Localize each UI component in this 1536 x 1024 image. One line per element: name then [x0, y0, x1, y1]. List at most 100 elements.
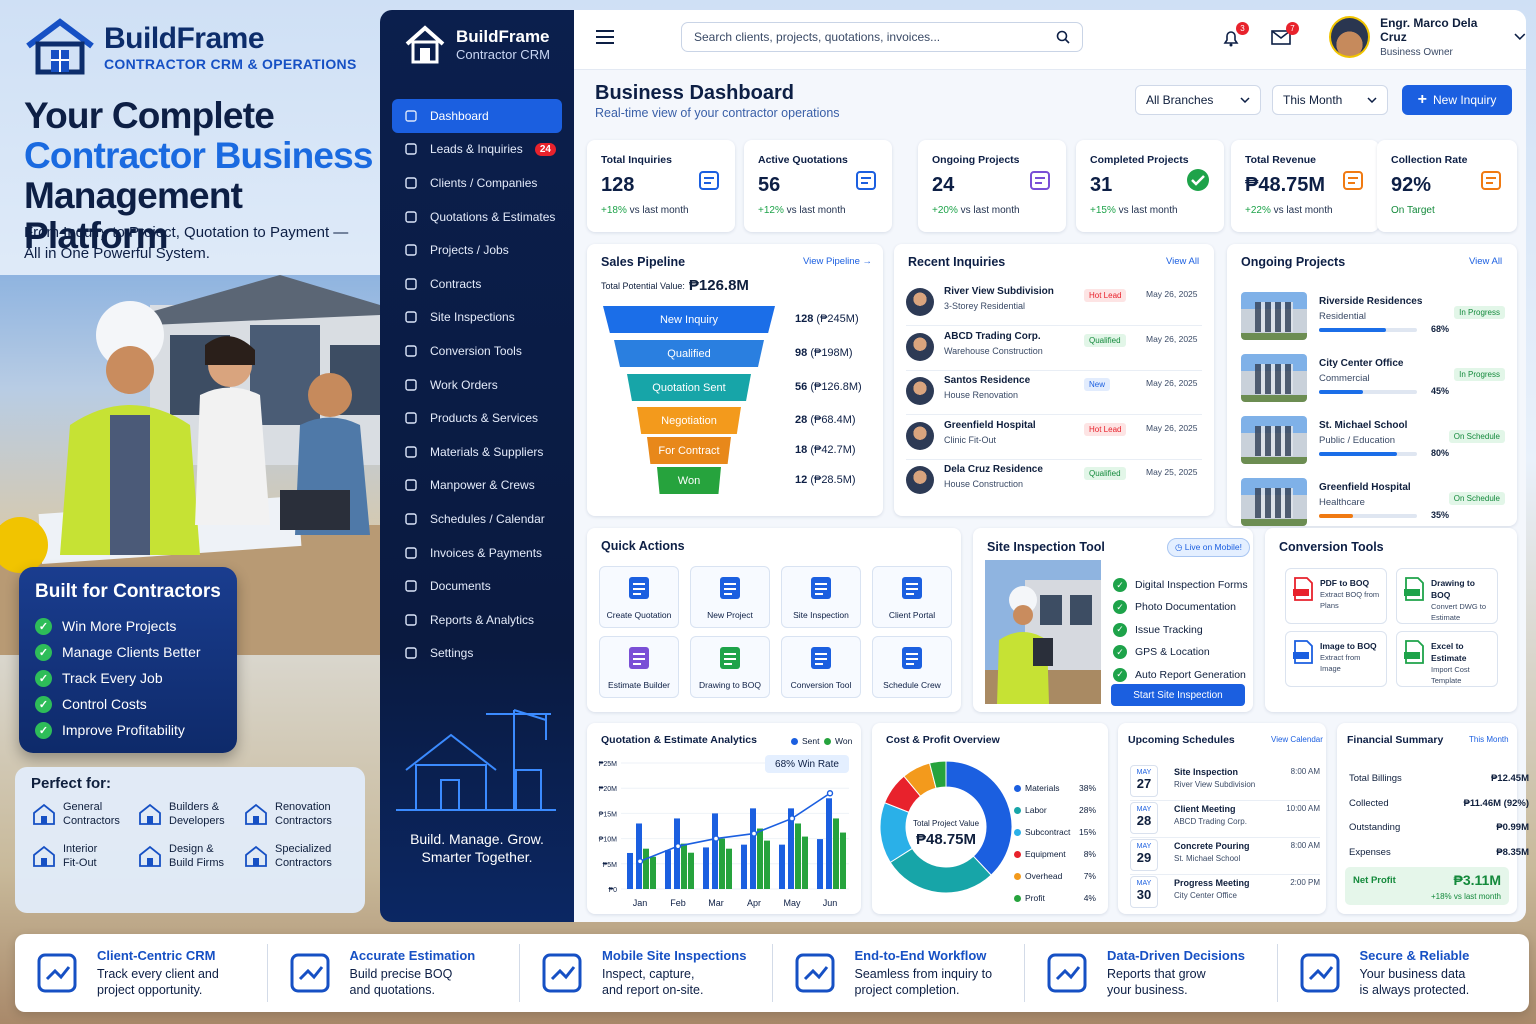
live-mobile-label: Live on Mobile! — [1184, 542, 1242, 552]
project-row[interactable]: City Center Office Commercial In Progress 4… — [1241, 354, 1509, 412]
sidebar-item-documents[interactable]: Documents — [392, 569, 562, 603]
sidebar-item-label: Dashboard — [430, 108, 489, 123]
handshake-icon — [37, 953, 77, 993]
conversion-tool-title: Excel to Estimate — [1431, 641, 1467, 663]
footer-desc-line1: Inspect, capture, — [602, 967, 695, 981]
trend-point — [712, 835, 720, 842]
messages-button[interactable]: 7 — [1271, 22, 1299, 50]
funnel-stage[interactable]: New Inquiry — [603, 306, 775, 333]
funnel-stage[interactable]: Quotation Sent — [627, 374, 751, 401]
inspection-feature: ✓ Photo Documentation — [1113, 600, 1236, 615]
period-select[interactable]: This Month — [1272, 85, 1388, 115]
funnel-value: 12 (₱28.5M) — [795, 474, 856, 486]
quick-action-new-project[interactable]: New Project — [690, 566, 770, 628]
legend-percent: 8% — [1083, 849, 1096, 859]
inquiry-row[interactable]: Greenfield Hospital Clinic Fit-Out Hot Lea… — [906, 416, 1202, 460]
sidebar-item-leads-inquiries[interactable]: Leads & Inquiries 24 — [392, 133, 562, 167]
kpi-change-suffix: vs last month — [1118, 205, 1178, 216]
view-pipeline-link[interactable]: View Pipeline → — [803, 256, 872, 267]
schedule-row[interactable]: MAY 28 Client Meeting ABCD Trading Corp. 10:… — [1130, 800, 1320, 838]
view-all-inquiries-link[interactable]: View All — [1166, 256, 1199, 267]
status-badge: Hot Lead — [1084, 422, 1127, 436]
feature-footer: Client-Centric CRM Track every client and… — [15, 934, 1529, 1012]
inquiry-row[interactable]: ABCD Trading Corp. Warehouse Construction… — [906, 327, 1202, 371]
project-row[interactable]: St. Michael School Public / Education On S… — [1241, 416, 1509, 474]
sidebar-item-conversion-tools[interactable]: Conversion Tools — [392, 334, 562, 368]
funnel-stage[interactable]: Negotiation — [637, 407, 741, 434]
view-calendar-link[interactable]: View Calendar — [1271, 735, 1323, 744]
inquiry-row[interactable]: Dela Cruz Residence House Construction Qua… — [906, 460, 1202, 504]
bar-sent — [750, 808, 756, 889]
sidebar-item-site-inspections[interactable]: Site Inspections — [392, 301, 562, 335]
portal-icon — [902, 577, 922, 599]
conversion-tool-excel-to-estimate[interactable]: Excel to Estimate Import Cost Template — [1396, 631, 1498, 687]
menu-icon[interactable] — [596, 30, 614, 45]
branch-select[interactable]: All Branches — [1135, 85, 1261, 115]
inquiry-row[interactable]: River View Subdivision 3-Storey Residenti… — [906, 282, 1202, 326]
sidebar-item-contracts[interactable]: Contracts — [392, 267, 562, 301]
footer-feature-title: Mobile Site Inspections — [602, 948, 747, 963]
sidebar-item-work-orders[interactable]: Work Orders — [392, 368, 562, 402]
start-site-inspection-button[interactable]: Start Site Inspection — [1111, 684, 1245, 706]
sidebar-item-clients-companies[interactable]: Clients / Companies — [392, 166, 562, 200]
quick-action-estimate-builder[interactable]: Estimate Builder — [599, 636, 679, 698]
donut-center-label: Total Project Value — [912, 819, 980, 828]
sidebar-item-quotations-estimates[interactable]: Quotations & Estimates — [392, 200, 562, 234]
funnel-stage[interactable]: Won — [657, 467, 721, 494]
quick-action-conversion-tool[interactable]: Conversion Tool — [781, 636, 861, 698]
notifications-button[interactable]: 3 — [1221, 22, 1249, 50]
new-inquiry-button[interactable]: + New Inquiry — [1402, 85, 1512, 115]
house-icon — [33, 803, 55, 825]
schedule-row[interactable]: MAY 30 Progress Meeting City Center Office 2… — [1130, 874, 1320, 912]
calculator-icon — [290, 953, 329, 993]
quick-action-client-portal[interactable]: Client Portal — [872, 566, 952, 628]
search-icon — [404, 310, 418, 324]
sidebar-item-label: Manpower & Crews — [430, 478, 535, 493]
search-input[interactable]: Search clients, projects, quotations, in… — [681, 22, 1083, 52]
kpi-change-suffix: On Target — [1391, 205, 1435, 216]
period-link[interactable]: This Month — [1469, 735, 1509, 744]
sidebar-item-invoices-payments[interactable]: Invoices & Payments — [392, 536, 562, 570]
kpi-card: Ongoing Projects 24 +20% vs last month — [918, 140, 1066, 232]
sidebar-item-settings[interactable]: Settings — [392, 637, 562, 671]
conversion-tool-image-to-boq[interactable]: Image to BOQ Extract from Image — [1285, 631, 1387, 687]
user-menu[interactable]: Engr. Marco Dela Cruz Business Owner — [1329, 16, 1526, 58]
house-logo-icon — [26, 18, 94, 75]
schedule-row[interactable]: MAY 29 Concrete Pouring St. Michael School 8… — [1130, 837, 1320, 875]
kpi-change-suffix: vs last month — [629, 205, 689, 216]
financial-label: Collected — [1349, 797, 1389, 809]
financial-row: Outstanding ₱0.99M — [1349, 822, 1529, 833]
quick-action-schedule-crew[interactable]: Schedule Crew — [872, 636, 952, 698]
funnel-stage[interactable]: Qualified — [614, 340, 764, 367]
chart-icon — [404, 613, 418, 627]
project-row[interactable]: Riverside Residences Residential In Progre… — [1241, 292, 1509, 350]
quick-action-create-quotation[interactable]: Create Quotation — [599, 566, 679, 628]
perfect-item-line1: General — [63, 801, 103, 813]
kpi-change-value: +12% — [758, 205, 784, 216]
schedule-name: Concrete Pouring — [1174, 841, 1250, 851]
sidebar-item-materials-suppliers[interactable]: Materials & Suppliers — [392, 435, 562, 469]
conversion-tool-drawing-to-boq[interactable]: Drawing to BOQ Convert DWG to Estimate — [1396, 568, 1498, 624]
sidebar-item-projects-jobs[interactable]: Projects / Jobs — [392, 233, 562, 267]
view-all-projects-link[interactable]: View All — [1469, 256, 1502, 267]
quick-action-site-inspection[interactable]: Site Inspection — [781, 566, 861, 628]
funnel-stage[interactable]: For Contract — [647, 437, 731, 464]
footer-feature-desc: Seamless from inquiry to project completi… — [855, 966, 993, 998]
kpi-change-value: +20% — [932, 205, 958, 216]
search-icon[interactable] — [1056, 30, 1070, 44]
sidebar-item-dashboard[interactable]: Dashboard — [392, 99, 562, 133]
inquiry-row[interactable]: Santos Residence House Renovation New May 2… — [906, 371, 1202, 415]
donut-legend-item: Materials 38% — [1014, 783, 1096, 793]
sidebar-item-manpower-crews[interactable]: Manpower & Crews — [392, 469, 562, 503]
check-icon: ✓ — [1113, 622, 1127, 637]
conversion-tool-title: Drawing to BOQ — [1431, 578, 1475, 600]
donut-center: Total Project Value ₱48.75M — [894, 819, 998, 848]
sidebar-item-products-services[interactable]: Products & Services — [392, 401, 562, 435]
quick-action-drawing-to-boq[interactable]: Drawing to BOQ — [690, 636, 770, 698]
financial-row: Collected ₱11.46M (92%) — [1349, 798, 1529, 809]
sidebar-item-reports-analytics[interactable]: Reports & Analytics — [392, 603, 562, 637]
schedule-row[interactable]: MAY 27 Site Inspection River View Subdivisi… — [1130, 763, 1320, 801]
sidebar-item-schedules-calendar[interactable]: Schedules / Calendar — [392, 502, 562, 536]
conversion-tool-pdf-to-boq[interactable]: PDF to BOQ Extract BOQ from Plans — [1285, 568, 1387, 624]
inspector-photo — [985, 560, 1101, 704]
